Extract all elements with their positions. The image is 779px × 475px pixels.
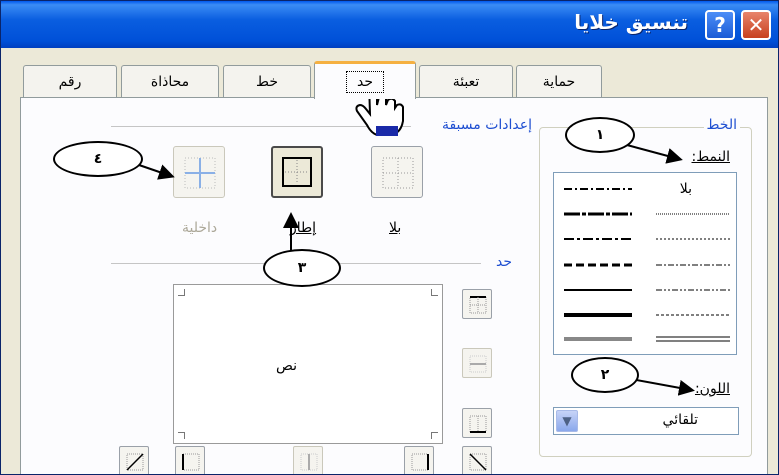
annotation-callout-3: ٣ <box>263 249 341 287</box>
format-cells-dialog: تنسيق خلايا ? ✕ رقم محاذاة خط حد تعبئة ح… <box>0 0 779 475</box>
tab-border-label: حد <box>346 70 385 93</box>
annotation-callout-4: ٤ <box>53 141 143 177</box>
tab-border[interactable]: حد <box>314 61 416 99</box>
annotation-callout-2: ٢ <box>571 357 639 393</box>
annotation-callout-1: ١ <box>565 117 635 153</box>
